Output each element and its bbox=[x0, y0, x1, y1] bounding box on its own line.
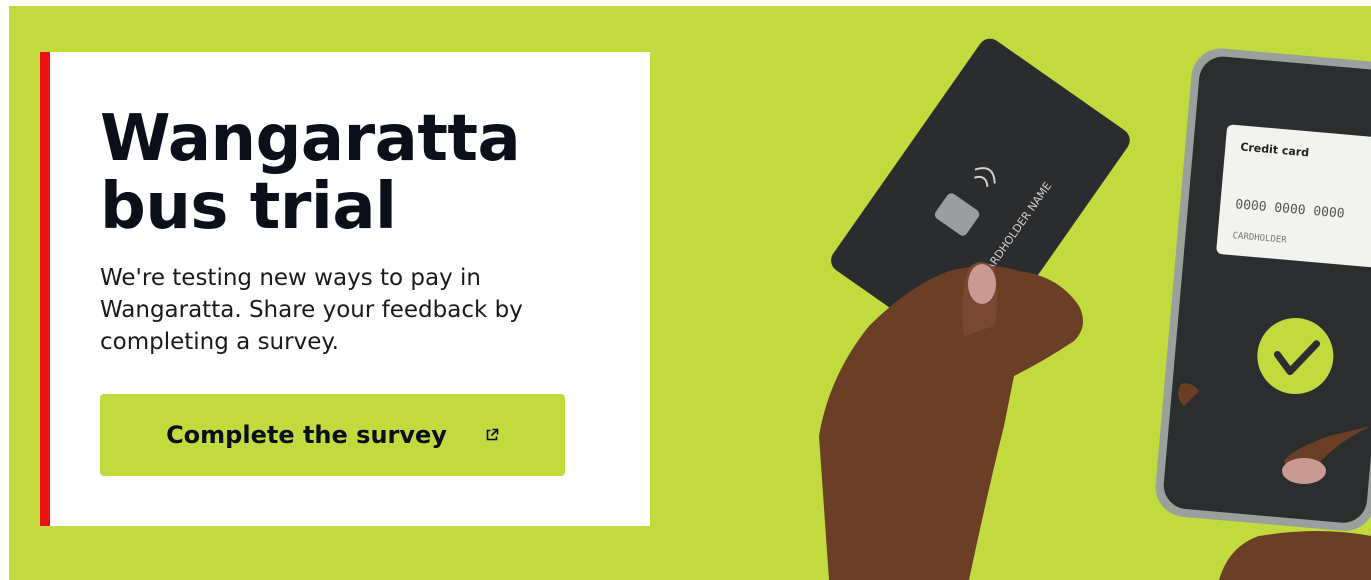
left-hand-image bbox=[819, 262, 1083, 580]
external-link-icon bbox=[486, 428, 499, 441]
hero-banner: Wangaratta bus trial We're testing new w… bbox=[9, 6, 1371, 580]
payment-illustration: CARDHOLDER NAME Credit card 0000 0000 00… bbox=[819, 38, 1371, 580]
complete-survey-button[interactable]: Complete the survey bbox=[100, 394, 565, 476]
page-title: Wangaratta bus trial bbox=[100, 102, 521, 244]
hero-description: We're testing new ways to pay in Wangara… bbox=[100, 265, 523, 356]
phone-image: Credit card 0000 0000 0000 CARDHOLDER bbox=[1155, 48, 1371, 531]
accent-bar bbox=[40, 52, 50, 526]
hero-card: Wangaratta bus trial We're testing new w… bbox=[40, 52, 650, 526]
complete-survey-label: Complete the survey bbox=[166, 421, 447, 449]
